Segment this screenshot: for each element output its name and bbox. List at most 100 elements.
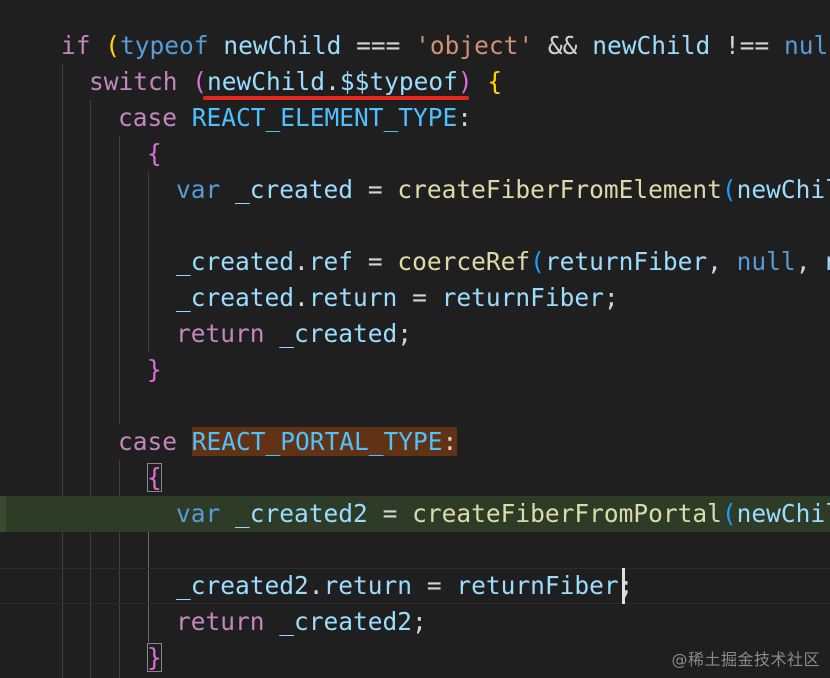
token-operator: = bbox=[367, 175, 383, 204]
code-line-4[interactable]: { bbox=[0, 136, 830, 172]
token-variable: returnFiber bbox=[441, 283, 604, 312]
token-keyword: return bbox=[176, 319, 265, 348]
code-line-text: var _created = createFiberFromElement(ne… bbox=[176, 172, 830, 208]
token-bracket: ( bbox=[721, 499, 737, 528]
token-operator: !== bbox=[724, 31, 770, 60]
text-cursor bbox=[622, 568, 625, 604]
token-null: null bbox=[736, 247, 796, 276]
token-operator: = bbox=[382, 499, 398, 528]
code-line-text: _created.ref = coerceRef(returnFiber, nu… bbox=[176, 244, 830, 280]
code-line-text: var _created2 = createFiberFromPortal(ne… bbox=[176, 496, 830, 532]
code-line-13[interactable]: { bbox=[0, 460, 830, 496]
token-keyword: switch bbox=[89, 67, 178, 96]
code-line-2[interactable]: switch (newChild.$$typeof) { bbox=[0, 64, 830, 100]
token-operator: ; bbox=[397, 319, 413, 348]
token-operator: = bbox=[426, 571, 442, 600]
token-operator: = bbox=[367, 247, 383, 276]
token-variable: newChild bbox=[223, 31, 342, 60]
token-bracket: } bbox=[147, 355, 162, 384]
token-variable: _created bbox=[279, 319, 398, 348]
token-function: createFiberFromElement bbox=[397, 175, 722, 204]
annotation-underline bbox=[203, 96, 469, 100]
token-bracket: { bbox=[487, 67, 503, 96]
token-operator: . bbox=[294, 247, 309, 276]
code-line-text: { bbox=[147, 460, 162, 496]
code-line-12[interactable]: case REACT_PORTAL_TYPE: bbox=[0, 424, 830, 460]
token-operator: ; bbox=[618, 571, 634, 600]
code-line-6[interactable] bbox=[0, 208, 830, 244]
token-bracket-matched: } bbox=[147, 643, 162, 672]
token-function: coerceRef bbox=[397, 247, 531, 276]
token-keyword: var bbox=[176, 175, 221, 204]
token-keyword: if bbox=[61, 31, 91, 60]
code-line-text: case REACT_ELEMENT_TYPE: bbox=[118, 100, 472, 136]
token-operator: === bbox=[356, 31, 401, 60]
token-operator: ; bbox=[412, 607, 427, 636]
code-line-text: } bbox=[147, 640, 162, 676]
token-variable: returnFiber bbox=[456, 571, 619, 600]
token-null: null bbox=[784, 31, 830, 60]
token-bracket: ) bbox=[457, 67, 473, 96]
token-operator: ; bbox=[603, 283, 619, 312]
code-line-17[interactable]: return _created2; bbox=[0, 604, 830, 640]
code-line-15[interactable] bbox=[0, 532, 830, 568]
token-operator: : bbox=[442, 427, 458, 456]
token-bracket-matched: { bbox=[147, 463, 162, 492]
code-line-1[interactable]: if (typeof newChild === 'object' && newC… bbox=[0, 28, 830, 64]
token-string: 'object' bbox=[415, 31, 534, 60]
code-line-3[interactable]: case REACT_ELEMENT_TYPE: bbox=[0, 100, 830, 136]
token-bracket: ( bbox=[105, 31, 121, 60]
code-line-text: return _created2; bbox=[176, 604, 427, 640]
code-line-16[interactable]: _created2.return = returnFiber; bbox=[0, 568, 830, 604]
token-bracket: ( bbox=[530, 247, 545, 276]
token-constant: REACT_PORTAL_TYPE bbox=[191, 427, 443, 456]
code-line-text: if (typeof newChild === 'object' && newC… bbox=[61, 28, 830, 64]
token-keyword: var bbox=[176, 499, 221, 528]
code-line-text: _created.return = returnFiber; bbox=[176, 280, 619, 316]
token-variable: newChild bbox=[207, 67, 326, 96]
token-operator: && bbox=[547, 31, 578, 60]
code-line-7[interactable]: _created.ref = coerceRef(returnFiber, nu… bbox=[0, 244, 830, 280]
code-line-text: } bbox=[147, 352, 162, 388]
token-variable: newChilc bbox=[736, 499, 830, 528]
token-operator: . bbox=[308, 571, 324, 600]
code-line-text: { bbox=[147, 136, 162, 172]
code-line-14[interactable]: var _created2 = createFiberFromPortal(ne… bbox=[0, 496, 830, 532]
token-variable: _created2 bbox=[176, 571, 309, 600]
token-variable: newChild bbox=[592, 31, 711, 60]
selection-highlight: REACT_PORTAL_TYPE: bbox=[191, 427, 458, 456]
code-line-text: _created2.return = returnFiber; bbox=[176, 568, 633, 604]
token-keyword: return bbox=[176, 607, 265, 636]
token-operator: , bbox=[795, 247, 811, 276]
token-property: return bbox=[323, 571, 413, 600]
token-property: ref bbox=[308, 247, 354, 276]
token-property: return bbox=[308, 283, 398, 312]
code-editor[interactable]: if (typeof newChild === 'object' && newC… bbox=[0, 0, 830, 678]
token-operator: . bbox=[294, 283, 309, 312]
token-keyword: typeof bbox=[120, 31, 209, 60]
token-keyword: case bbox=[118, 427, 178, 456]
token-constant: REACT_ELEMENT_TYPE bbox=[191, 103, 458, 132]
line-highlight-marker bbox=[0, 496, 6, 532]
code-line-10[interactable]: } bbox=[0, 352, 830, 388]
token-operator: , bbox=[707, 247, 722, 276]
token-keyword: case bbox=[118, 103, 178, 132]
token-operator: = bbox=[412, 283, 427, 312]
token-variable: ne bbox=[825, 247, 830, 276]
token-bracket: ( bbox=[192, 67, 208, 96]
code-line-9[interactable]: return _created; bbox=[0, 316, 830, 352]
code-line-8[interactable]: _created.return = returnFiber; bbox=[0, 280, 830, 316]
token-variable: newChilc bbox=[736, 175, 830, 204]
token-variable: _created bbox=[235, 175, 354, 204]
token-property: $$typeof bbox=[339, 67, 458, 96]
code-line-5[interactable]: var _created = createFiberFromElement(ne… bbox=[0, 172, 830, 208]
token-variable: _created bbox=[176, 247, 295, 276]
token-variable: _created2 bbox=[235, 499, 368, 528]
token-bracket: ( bbox=[721, 175, 737, 204]
token-bracket: { bbox=[147, 139, 162, 168]
code-line-11[interactable] bbox=[0, 388, 830, 424]
watermark: @稀土掘金技术社区 bbox=[671, 650, 820, 669]
token-variable: returnFiber bbox=[544, 247, 708, 276]
token-operator: : bbox=[457, 103, 473, 132]
token-variable: _created bbox=[176, 283, 295, 312]
